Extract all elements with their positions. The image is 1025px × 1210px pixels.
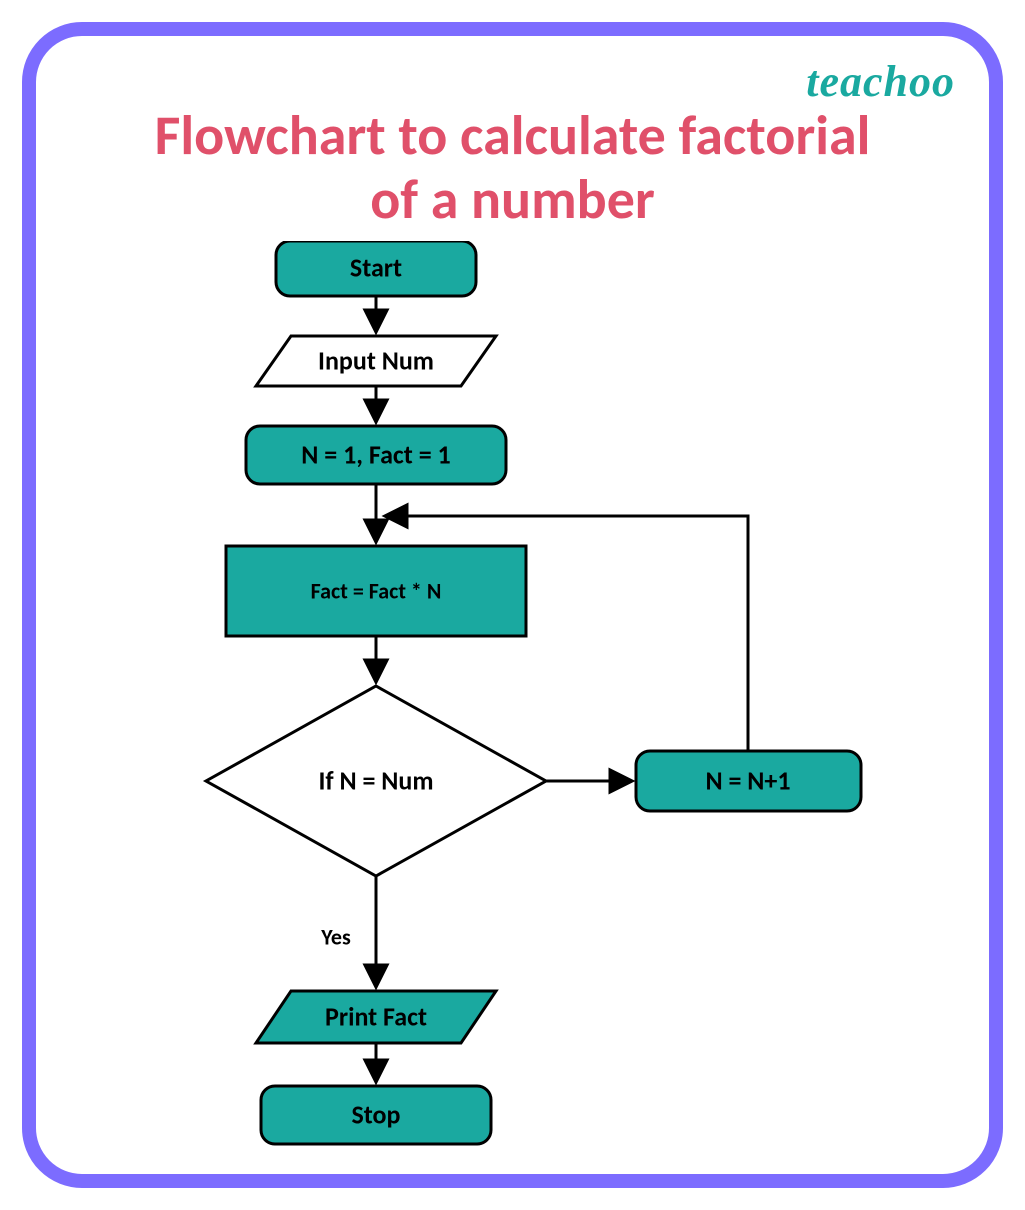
- card-frame: teachoo Flowchart to calculate factorial…: [22, 22, 1003, 1188]
- node-output-label: Print Fact: [325, 1000, 427, 1032]
- diagram-title: Flowchart to calculate factorial of a nu…: [36, 104, 989, 233]
- node-process: Fact = Fact * N: [226, 546, 526, 636]
- node-increment-label: N = N+1: [705, 764, 790, 796]
- node-start-label: Start: [350, 251, 402, 283]
- node-input-label: Input Num: [318, 344, 434, 376]
- yes-label: Yes: [320, 923, 351, 950]
- title-line-1: Flowchart to calculate factorial: [155, 102, 871, 170]
- node-start: Start: [276, 241, 476, 296]
- node-stop: Stop: [261, 1086, 491, 1144]
- node-output: Print Fact: [256, 991, 496, 1043]
- node-init: N = 1, Fact = 1: [246, 426, 506, 484]
- node-input: Input Num: [256, 336, 496, 386]
- node-process-label: Fact = Fact * N: [311, 577, 442, 604]
- node-decision-label: If N = Num: [318, 764, 433, 796]
- node-stop-label: Stop: [352, 1098, 401, 1130]
- brand-logo: teachoo: [806, 56, 955, 107]
- node-increment: N = N+1: [636, 751, 861, 811]
- node-decision: If N = Num: [206, 686, 546, 876]
- title-line-2: of a number: [370, 166, 655, 234]
- node-init-label: N = 1, Fact = 1: [301, 438, 450, 470]
- flowchart-svg: Start Input Num N = 1, Fact = 1 Fact = F…: [36, 241, 996, 1191]
